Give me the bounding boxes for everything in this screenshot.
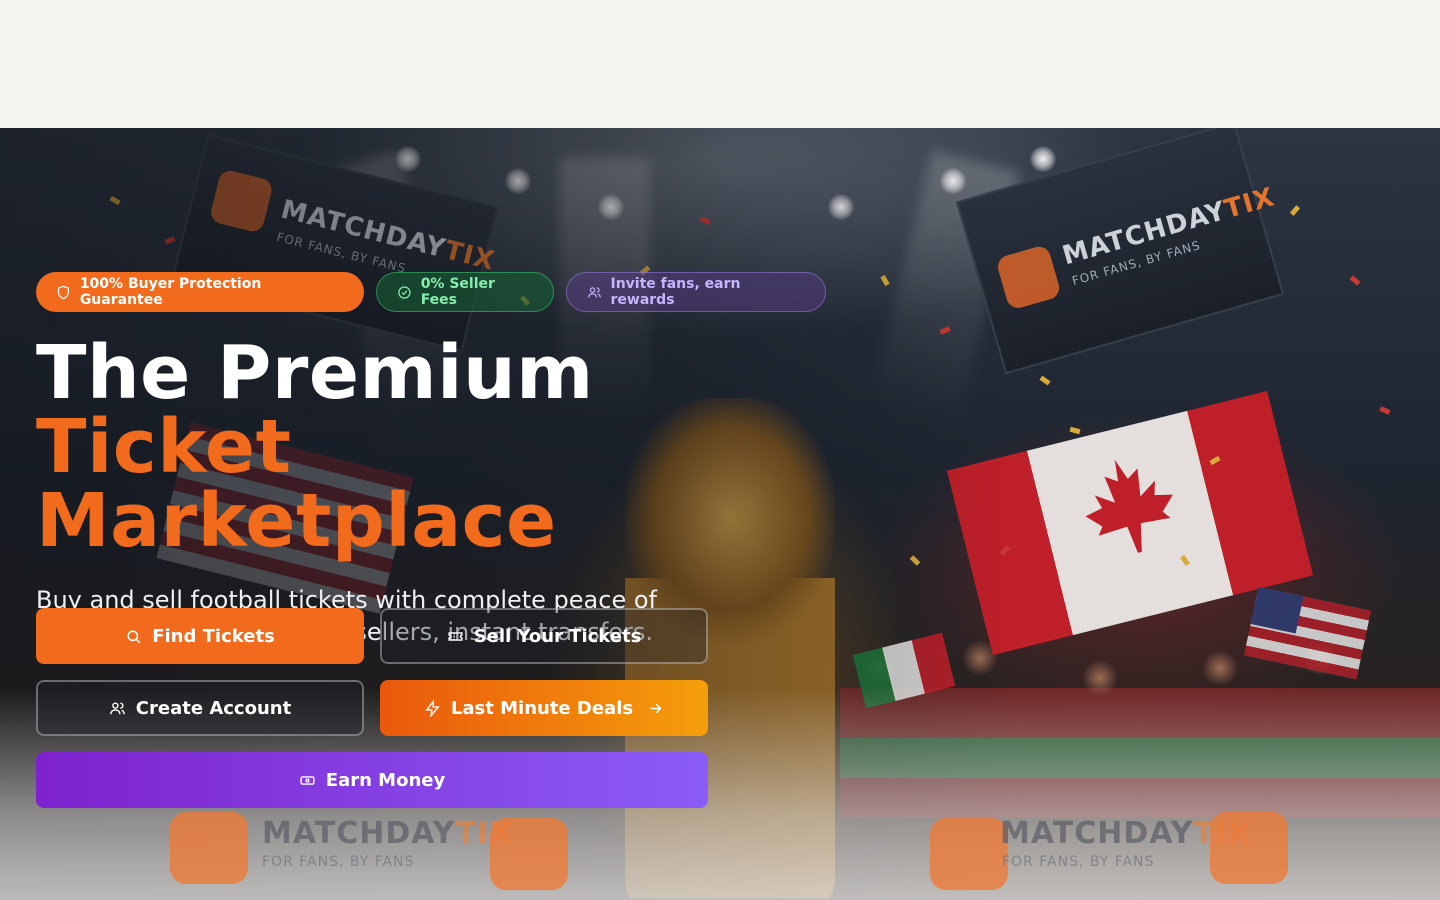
pitchside-boards: MATCHDAYTIX FOR FANS, BY FANS MATCHDAYTI…: [160, 808, 1440, 898]
top-nav-bar: [0, 0, 1440, 128]
buyer-protection-label: 100% Buyer Protection Guarantee: [79, 276, 262, 308]
invite-rewards-badge[interactable]: Invite fans, earn rewards: [565, 272, 826, 312]
seller-fees-label: 0% Seller Fees: [420, 276, 495, 308]
users-icon: [109, 701, 125, 714]
earn-money-button[interactable]: Earn Money: [36, 752, 708, 808]
search-icon: [127, 629, 141, 643]
trust-badges: 100% Buyer Protection Guarantee 0% Selle…: [36, 272, 826, 312]
brand-logo-icon: [930, 818, 1008, 890]
find-tickets-label: Find Tickets: [152, 625, 275, 647]
sell-tickets-button[interactable]: Sell Your Tickets: [380, 608, 708, 664]
brand-logo-icon: [1210, 812, 1288, 884]
seller-fees-badge: 0% Seller Fees: [375, 272, 554, 312]
create-account-label: Create Account: [135, 697, 292, 719]
earn-money-label: Earn Money: [325, 769, 446, 791]
check-circle-icon: [398, 285, 411, 299]
board-tagline: FOR FANS, BY FANS: [1002, 854, 1155, 870]
board-tagline: FOR FANS, BY FANS: [262, 854, 415, 870]
shield-icon: [57, 285, 69, 299]
brand-logo-icon: [170, 812, 248, 884]
brand-logo-icon: [490, 818, 568, 890]
last-minute-deals-button[interactable]: Last Minute Deals: [380, 680, 708, 736]
hero-title-line1: The Premium: [36, 330, 594, 416]
buyer-protection-badge: 100% Buyer Protection Guarantee: [36, 272, 364, 312]
invite-rewards-label: Invite fans, earn rewards: [610, 276, 741, 308]
create-account-button[interactable]: Create Account: [36, 680, 364, 736]
last-minute-deals-label: Last Minute Deals: [450, 697, 634, 719]
ticket-icon: [448, 631, 463, 641]
find-tickets-button[interactable]: Find Tickets: [36, 608, 364, 664]
banknote-icon: [300, 775, 315, 785]
sell-tickets-label: Sell Your Tickets: [473, 625, 642, 647]
hero-title-line2: Ticket Marketplace: [36, 404, 557, 564]
lightning-icon: [425, 699, 440, 717]
users-icon: [587, 286, 601, 298]
arrow-right-icon: [650, 703, 662, 713]
hero-content: 100% Buyer Protection Guarantee 0% Selle…: [36, 272, 826, 648]
board-brand: MATCHDAYTIX: [262, 816, 514, 851]
